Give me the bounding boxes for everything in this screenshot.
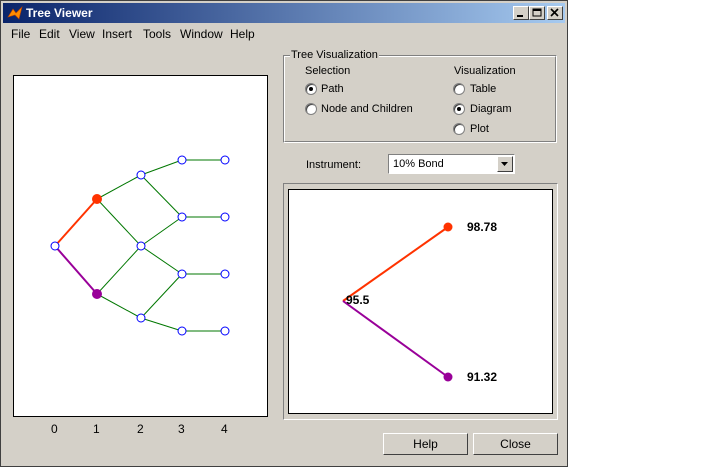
- tree-edge: [140, 317, 183, 332]
- visualization-label: Visualization: [454, 65, 516, 77]
- close-window-button[interactable]: [547, 6, 563, 20]
- tree-edge: [140, 273, 183, 319]
- tree-node[interactable]: [177, 155, 187, 165]
- root-value: 95.5: [346, 293, 370, 307]
- instrument-select[interactable]: 10% Bond: [388, 154, 515, 174]
- radio-table[interactable]: [453, 83, 465, 95]
- matlab-logo-icon: [7, 6, 23, 20]
- menu-insert[interactable]: Insert: [102, 27, 132, 41]
- diagram-panel[interactable]: 95.5 98.78 91.32: [288, 189, 553, 414]
- tree-node[interactable]: [177, 326, 187, 336]
- menu-view[interactable]: View: [69, 27, 95, 41]
- tree-edge: [96, 245, 142, 295]
- tree-node[interactable]: [92, 194, 102, 204]
- tree-plot-panel[interactable]: [13, 75, 268, 417]
- tree-edge: [96, 174, 142, 200]
- radio-path[interactable]: [305, 83, 317, 95]
- tree-edge: [96, 198, 142, 247]
- tree-node[interactable]: [136, 170, 146, 180]
- menu-window[interactable]: Window: [180, 27, 223, 41]
- tree-node[interactable]: [220, 269, 230, 279]
- tree-axis-tick-2: 2: [137, 422, 144, 436]
- radio-node-and-children[interactable]: [305, 103, 317, 115]
- dropdown-button[interactable]: [497, 156, 513, 172]
- diagram-down-node: [443, 372, 453, 382]
- radio-diagram[interactable]: [453, 103, 465, 115]
- maximize-icon: [532, 8, 542, 17]
- minimize-icon: [517, 15, 523, 17]
- tree-axis-tick-4: 4: [221, 422, 228, 436]
- menu-tools[interactable]: Tools: [143, 27, 171, 41]
- radio-node-and-children-label[interactable]: Node and Children: [321, 103, 413, 115]
- tree-node[interactable]: [136, 313, 146, 323]
- tree-edge: [96, 293, 142, 319]
- tree-edge: [140, 216, 183, 247]
- menu-bar: File Edit View Insert Tools Window Help: [3, 25, 565, 43]
- menu-edit[interactable]: Edit: [39, 27, 60, 41]
- tree-axis-tick-3: 3: [178, 422, 185, 436]
- radio-table-label[interactable]: Table: [470, 83, 496, 95]
- tree-edge-up: [54, 198, 98, 247]
- chevron-down-icon: [501, 162, 508, 166]
- close-icon: [550, 8, 559, 17]
- tree-node[interactable]: [50, 241, 60, 251]
- tree-edge: [140, 159, 183, 176]
- minimize-button[interactable]: [513, 6, 529, 20]
- tree-axis-tick-1: 1: [93, 422, 100, 436]
- diagram-up-node: [443, 222, 453, 232]
- tree-edge-down: [54, 245, 98, 295]
- tree-plot: [50, 155, 230, 336]
- tree-edge: [140, 245, 183, 275]
- maximize-button[interactable]: [529, 6, 545, 20]
- tree-nodes: [50, 155, 230, 336]
- window-title: Tree Viewer: [26, 6, 93, 20]
- title-bar[interactable]: Tree Viewer: [3, 3, 565, 23]
- selection-label: Selection: [305, 65, 351, 77]
- diagram-up-edge: [342, 226, 449, 302]
- radio-diagram-label[interactable]: Diagram: [470, 103, 512, 115]
- tree-node[interactable]: [177, 269, 187, 279]
- tree-visualization-group: Tree Visualization Selection Path Node a…: [283, 49, 557, 143]
- group-title: Tree Visualization: [290, 49, 379, 61]
- tree-node[interactable]: [177, 212, 187, 222]
- menu-help[interactable]: Help: [230, 27, 255, 41]
- up-value: 98.78: [467, 220, 498, 234]
- tree-node[interactable]: [220, 326, 230, 336]
- instrument-label: Instrument:: [306, 159, 362, 171]
- diagram-down-edge: [342, 300, 449, 378]
- tree-node[interactable]: [220, 212, 230, 222]
- down-value: 91.32: [467, 370, 498, 384]
- close-button[interactable]: Close: [473, 433, 558, 455]
- tree-axis-tick-0: 0: [51, 422, 58, 436]
- tree-node[interactable]: [92, 289, 102, 299]
- radio-plot-label[interactable]: Plot: [470, 123, 489, 135]
- tree-node[interactable]: [136, 241, 146, 251]
- radio-path-label[interactable]: Path: [321, 83, 344, 95]
- menu-file[interactable]: File: [11, 27, 30, 41]
- radio-plot[interactable]: [453, 123, 465, 135]
- instrument-value: 10% Bond: [393, 158, 444, 170]
- tree-node[interactable]: [220, 155, 230, 165]
- help-button[interactable]: Help: [383, 433, 468, 455]
- tree-edge: [140, 174, 183, 218]
- path-diagram: [342, 222, 453, 382]
